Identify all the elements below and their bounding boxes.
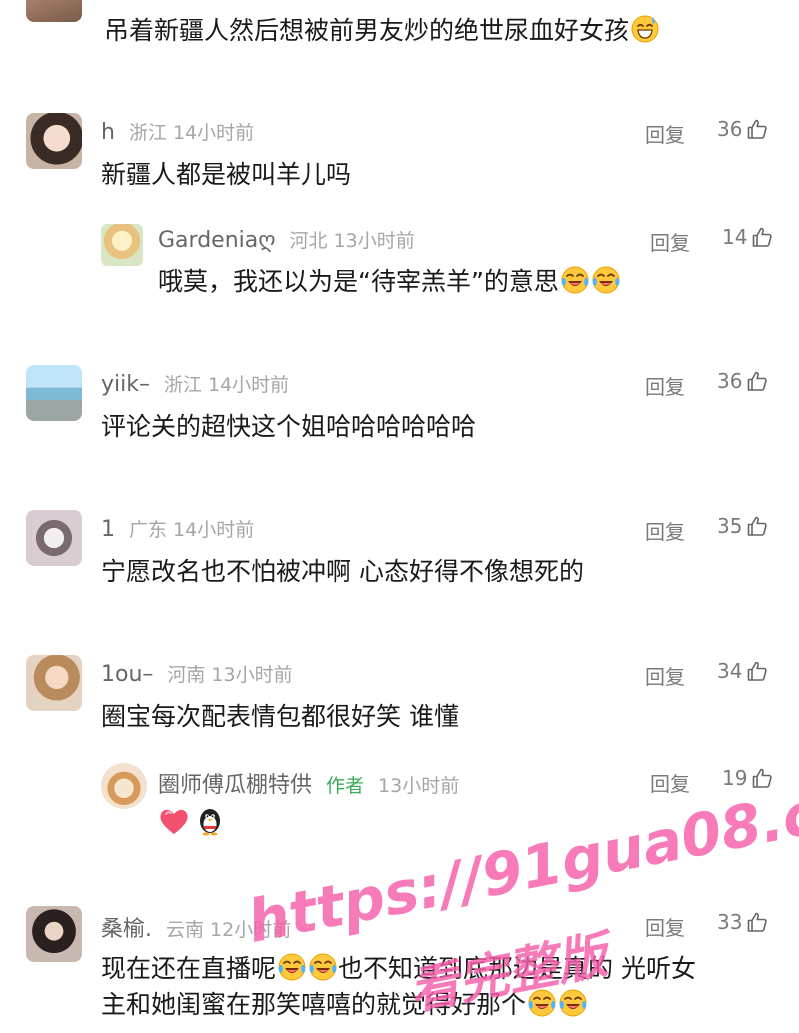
timestamp: 12小时前 (210, 919, 292, 941)
username[interactable]: Gardeniaღ (158, 228, 276, 253)
reply-button[interactable]: 回复 (650, 227, 690, 256)
username[interactable]: 1ou– (101, 662, 153, 687)
like-count: 35 (717, 514, 743, 538)
like-count: 14 (722, 225, 748, 249)
like-count: 34 (717, 659, 743, 683)
timestamp: 13小时前 (333, 230, 415, 252)
avatar[interactable] (26, 0, 82, 22)
reply-button[interactable]: 回复 (645, 516, 685, 545)
comment-meta: yiik– 浙江 14小时前 (101, 370, 289, 397)
thumbs-up-icon (745, 369, 769, 393)
avatar[interactable] (26, 655, 82, 711)
username[interactable]: 桑榆. (101, 911, 152, 943)
heart-emoji (160, 809, 188, 834)
like-button[interactable]: 34 (717, 659, 769, 683)
comment-text: 宁愿改名也不怕被冲啊 心态好得不像想死的 (101, 557, 584, 586)
like-button[interactable]: 14 (722, 225, 774, 249)
comment-text: 吊着新疆人然后想被前男友炒的绝世尿血好女孩 (104, 13, 660, 49)
comment-text: 新疆人都是被叫羊儿吗 (101, 160, 352, 189)
avatar[interactable] (101, 224, 143, 266)
avatar[interactable] (101, 763, 147, 809)
like-count: 36 (717, 117, 743, 141)
like-count: 19 (722, 766, 748, 790)
region: 云南 (166, 919, 205, 941)
comment-meta: 1 广东 14小时前 (101, 515, 254, 542)
laughing-crying-emoji (308, 952, 338, 982)
comment-emojis (158, 806, 225, 840)
laughing-crying-emoji (527, 988, 557, 1018)
username[interactable]: h (101, 120, 115, 145)
comment-text: 评论关的超快这个姐哈哈哈哈哈哈 (101, 412, 477, 441)
timestamp: 14小时前 (172, 122, 255, 144)
like-button[interactable]: 36 (717, 117, 769, 141)
avatar[interactable] (26, 510, 82, 566)
like-button[interactable]: 36 (717, 369, 769, 393)
thumbs-up-icon (745, 659, 769, 683)
thumbs-up-icon (745, 117, 769, 141)
like-button[interactable]: 19 (722, 766, 774, 790)
comment-meta: h 浙江 14小时前 (101, 118, 254, 145)
region: 浙江 (128, 122, 167, 144)
thumbs-up-icon (745, 514, 769, 538)
like-button[interactable]: 33 (717, 910, 769, 934)
reply-button[interactable]: 回复 (645, 661, 685, 690)
comment-text: 圈宝每次配表情包都很好笑 谁懂 (101, 702, 459, 731)
username[interactable]: 1 (101, 517, 115, 542)
reply-button[interactable]: 回复 (650, 768, 690, 797)
author-badge: 作者 (326, 775, 365, 797)
thumbs-up-icon (745, 910, 769, 934)
thumbs-up-icon (750, 225, 774, 249)
comment-meta: 圈师傅瓜棚特供 作者 13小时前 (158, 767, 459, 799)
like-count: 36 (717, 369, 743, 393)
region: 浙江 (163, 374, 202, 396)
region: 河南 (167, 664, 206, 686)
thumbs-up-icon (750, 766, 774, 790)
timestamp: 13小时前 (378, 775, 460, 797)
timestamp: 13小时前 (211, 664, 293, 686)
username[interactable]: yiik– (101, 372, 150, 397)
grinning-sweat-emoji (630, 14, 660, 44)
avatar[interactable] (26, 113, 82, 169)
comment-text: 哦莫，我还以为是“待宰羔羊”的意思 (158, 264, 621, 300)
laughing-crying-emoji (591, 265, 621, 295)
comment-meta: Gardeniaღ 河北 13小时前 (158, 226, 415, 253)
timestamp: 14小时前 (173, 519, 255, 541)
laughing-crying-emoji (558, 988, 588, 1018)
timestamp: 14小时前 (208, 374, 290, 396)
like-count: 33 (717, 910, 743, 934)
reply-button[interactable]: 回复 (645, 119, 685, 148)
region: 广东 (129, 519, 168, 541)
username[interactable]: 圈师傅瓜棚特供 (158, 767, 312, 799)
comment-text: 主和她闺蜜在那笑嘻嘻的就觉得好那个 (101, 987, 588, 1023)
reply-button[interactable]: 回复 (645, 371, 685, 400)
comment-text: 现在还在直播呢 也不知道到底那边是真的 光听女 (101, 952, 696, 983)
laughing-crying-emoji (560, 265, 590, 295)
comment-meta: 桑榆. 云南 12小时前 (101, 911, 291, 943)
region: 河北 (289, 230, 328, 252)
avatar[interactable] (26, 906, 82, 962)
comment-meta: 1ou– 河南 13小时前 (101, 660, 293, 687)
reply-button[interactable]: 回复 (645, 912, 685, 941)
penguin-emoji (200, 809, 221, 836)
avatar[interactable] (26, 365, 82, 421)
like-button[interactable]: 35 (717, 514, 769, 538)
laughing-crying-emoji (277, 952, 307, 982)
